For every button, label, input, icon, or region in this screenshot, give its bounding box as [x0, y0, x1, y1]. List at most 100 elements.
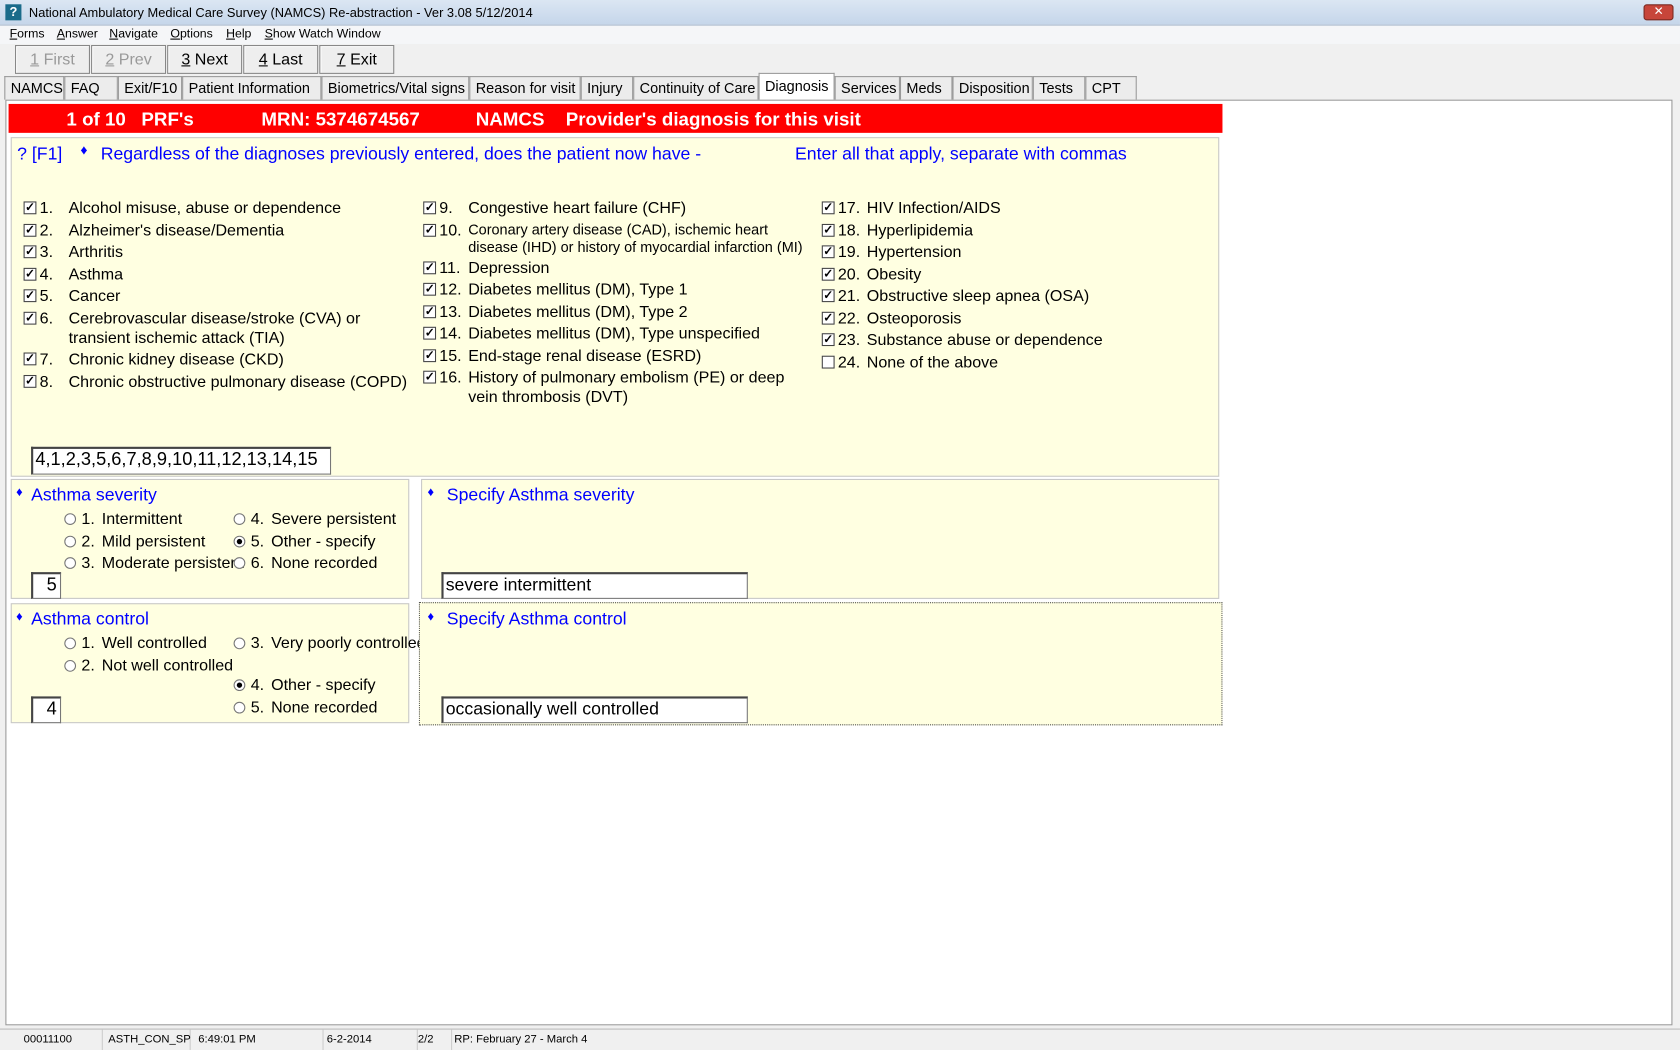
menu-help[interactable]: Help — [226, 26, 251, 44]
control-option[interactable]: 3. Very poorly controlled — [231, 634, 426, 653]
radio-empty-icon[interactable] — [233, 557, 246, 569]
specify-control-input[interactable]: occasionally well controlled — [441, 696, 748, 724]
radio-empty-icon[interactable] — [64, 637, 77, 650]
radio-selected-icon[interactable] — [233, 535, 246, 548]
checked-checkbox-icon[interactable]: ✓ — [23, 289, 37, 303]
tab-faq[interactable]: FAQ — [64, 76, 118, 100]
severity-option[interactable]: 1. Intermittent — [62, 510, 182, 529]
nav-last-button[interactable]: 4 Last — [243, 44, 319, 74]
checked-checkbox-icon[interactable]: ✓ — [23, 311, 37, 325]
checked-checkbox-icon[interactable]: ✓ — [821, 267, 835, 281]
diagnosis-item[interactable]: ✓ 5. Cancer — [21, 287, 407, 309]
checked-checkbox-icon[interactable]: ✓ — [423, 326, 437, 340]
tab-namcs[interactable]: NAMCS — [4, 76, 65, 100]
tab-meds[interactable]: Meds — [899, 76, 953, 100]
diagnosis-item[interactable]: ✓ 1. Alcohol misuse, abuse or dependence — [21, 199, 407, 221]
checked-checkbox-icon[interactable]: ✓ — [23, 245, 37, 259]
checked-checkbox-icon[interactable]: ✓ — [821, 333, 835, 347]
diagnosis-item[interactable]: ✓ 18. Hyperlipidemia — [820, 221, 1103, 243]
tab-continuity-of-care[interactable]: Continuity of Care — [633, 76, 759, 100]
checked-checkbox-icon[interactable]: ✓ — [423, 304, 437, 318]
tab-cpt[interactable]: CPT — [1085, 76, 1137, 100]
radio-empty-icon[interactable] — [233, 513, 246, 525]
checked-checkbox-icon[interactable]: ✓ — [423, 201, 437, 215]
radio-empty-icon[interactable] — [64, 513, 77, 525]
diagnosis-item[interactable]: ✓ 4. Asthma — [21, 265, 407, 287]
radio-empty-icon[interactable] — [233, 701, 246, 714]
tab-reason-for-visit[interactable]: Reason for visit — [469, 76, 581, 100]
unchecked-checkbox-icon[interactable] — [821, 355, 835, 369]
tab-services[interactable]: Services — [834, 76, 900, 100]
control-option[interactable]: 1. Well controlled — [62, 634, 207, 653]
checked-checkbox-icon[interactable]: ✓ — [23, 201, 37, 215]
severity-option[interactable]: 4. Severe persistent — [231, 510, 396, 529]
close-button[interactable]: ✕ — [1643, 4, 1674, 21]
severity-option[interactable]: 3. Moderate persistent — [62, 554, 244, 573]
diagnosis-item[interactable]: ✓ 10. Coronary artery disease (CAD), ische… — [421, 221, 811, 258]
checked-checkbox-icon[interactable]: ✓ — [821, 223, 835, 237]
diagnosis-item[interactable]: ✓ 17. HIV Infection/AIDS — [820, 199, 1103, 221]
diagnosis-item[interactable]: ✓ 6. Cerebrovascular disease/stroke (CVA) … — [21, 309, 407, 350]
checked-checkbox-icon[interactable]: ✓ — [821, 201, 835, 215]
asthma-severity-input[interactable]: 5 — [31, 572, 62, 599]
radio-empty-icon[interactable] — [64, 659, 77, 672]
menu-forms[interactable]: Forms — [10, 26, 45, 44]
menu-answer[interactable]: Answer — [57, 26, 98, 44]
checked-checkbox-icon[interactable]: ✓ — [23, 267, 37, 281]
diagnosis-answer-input[interactable]: 4,1,2,3,5,6,7,8,9,10,11,12,13,14,15 — [31, 446, 332, 475]
diagnosis-item[interactable]: ✓ 15. End-stage renal disease (ESRD) — [421, 347, 811, 369]
diagnosis-item[interactable]: ✓ 22. Osteoporosis — [820, 309, 1103, 331]
menu-show-watch-window[interactable]: Show Watch Window — [265, 26, 381, 44]
control-option[interactable]: 2. Not well controlled — [62, 657, 233, 676]
severity-option[interactable]: 5. Other - specify — [231, 532, 376, 551]
checked-checkbox-icon[interactable]: ✓ — [423, 260, 437, 274]
checked-checkbox-icon[interactable]: ✓ — [423, 348, 437, 362]
radio-empty-icon[interactable] — [233, 637, 246, 650]
nav-prev-button[interactable]: 2 Prev — [91, 44, 167, 74]
tab-injury[interactable]: Injury — [580, 76, 634, 100]
diagnosis-item[interactable]: ✓ 16. History of pulmonary embolism (PE) o… — [421, 369, 811, 410]
severity-option[interactable]: 2. Mild persistent — [62, 532, 205, 551]
radio-empty-icon[interactable] — [64, 557, 77, 569]
diagnosis-item[interactable]: ✓ 9. Congestive heart failure (CHF) — [421, 199, 811, 221]
diagnosis-item[interactable]: ✓ 8. Chronic obstructive pulmonary disease… — [21, 372, 407, 394]
tab-disposition[interactable]: Disposition — [952, 76, 1033, 100]
tab-diagnosis[interactable]: Diagnosis — [758, 72, 835, 100]
specify-severity-input[interactable]: severe intermittent — [441, 572, 748, 599]
checked-checkbox-icon[interactable]: ✓ — [23, 374, 37, 388]
checked-checkbox-icon[interactable]: ✓ — [23, 352, 37, 366]
checked-checkbox-icon[interactable]: ✓ — [821, 289, 835, 303]
tab-biometrics-vital-signs[interactable]: Biometrics/Vital signs — [321, 76, 470, 100]
nav-first-button[interactable]: 1 First — [14, 44, 90, 74]
nav-next-button[interactable]: 3 Next — [167, 44, 243, 74]
menu-navigate[interactable]: Navigate — [109, 26, 158, 44]
checked-checkbox-icon[interactable]: ✓ — [821, 245, 835, 259]
checked-checkbox-icon[interactable]: ✓ — [23, 223, 37, 237]
diagnosis-item[interactable]: ✓ 3. Arthritis — [21, 243, 407, 265]
diagnosis-item[interactable]: 24. None of the above — [820, 353, 1103, 375]
checked-checkbox-icon[interactable]: ✓ — [821, 311, 835, 325]
diagnosis-item[interactable]: ✓ 14. Diabetes mellitus (DM), Type unspeci… — [421, 325, 811, 347]
diagnosis-item[interactable]: ✓ 12. Diabetes mellitus (DM), Type 1 — [421, 281, 811, 303]
tab-patient-information[interactable]: Patient Information — [182, 76, 322, 100]
diagnosis-item[interactable]: ✓ 2. Alzheimer's disease/Dementia — [21, 221, 407, 243]
tab-tests[interactable]: Tests — [1032, 76, 1086, 100]
checked-checkbox-icon[interactable]: ✓ — [423, 223, 437, 237]
nav-exit-button[interactable]: 7 Exit — [319, 44, 395, 74]
diagnosis-item[interactable]: ✓ 13. Diabetes mellitus (DM), Type 2 — [421, 303, 811, 325]
menu-options[interactable]: Options — [170, 26, 212, 44]
radio-empty-icon[interactable] — [64, 535, 77, 548]
diagnosis-item[interactable]: ✓ 7. Chronic kidney disease (CKD) — [21, 350, 407, 372]
severity-option[interactable]: 6. None recorded — [231, 554, 377, 573]
diagnosis-item[interactable]: ✓ 21. Obstructive sleep apnea (OSA) — [820, 287, 1103, 309]
diagnosis-item[interactable]: ✓ 19. Hypertension — [820, 243, 1103, 265]
help-link[interactable]: ? [F1] — [17, 145, 62, 165]
diagnosis-item[interactable]: ✓ 23. Substance abuse or dependence — [820, 331, 1103, 353]
diagnosis-item[interactable]: ✓ 11. Depression — [421, 259, 811, 281]
diagnosis-item[interactable]: ✓ 20. Obesity — [820, 265, 1103, 287]
tab-exit-f10[interactable]: Exit/F10 — [117, 76, 183, 100]
control-option[interactable]: 4. Other - specify — [231, 676, 376, 695]
checked-checkbox-icon[interactable]: ✓ — [423, 370, 437, 384]
control-option[interactable]: 5. None recorded — [231, 699, 377, 718]
radio-selected-icon[interactable] — [233, 679, 246, 692]
